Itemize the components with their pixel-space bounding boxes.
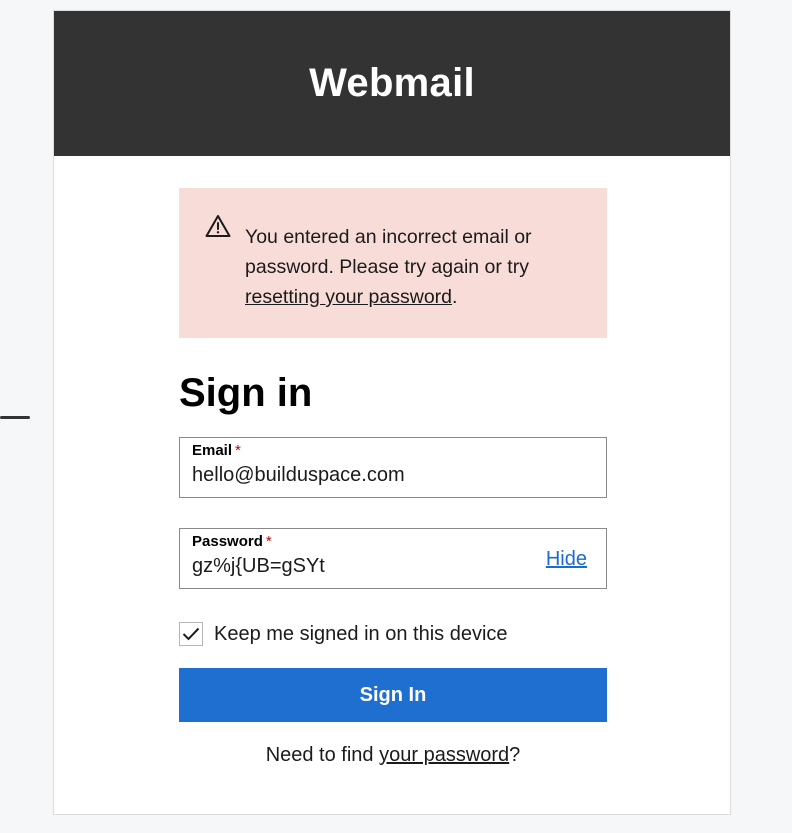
password-label-text: Password xyxy=(192,533,263,550)
login-content: You entered an incorrect email or passwo… xyxy=(179,188,607,767)
checkmark-icon xyxy=(182,627,200,641)
keep-signed-in-label: Keep me signed in on this device xyxy=(214,622,508,645)
password-field[interactable]: Password* Hide xyxy=(179,528,607,589)
keep-signed-in-checkbox[interactable] xyxy=(179,622,203,646)
alert-text-after: . xyxy=(452,286,458,308)
find-password-link[interactable]: your password xyxy=(379,744,509,766)
password-label: Password * xyxy=(192,533,594,550)
hide-password-toggle[interactable]: Hide xyxy=(546,548,587,571)
app-title: Webmail xyxy=(309,61,475,105)
email-label-text: Email xyxy=(192,442,233,459)
side-dash-decoration xyxy=(0,416,30,419)
email-input[interactable] xyxy=(192,464,522,487)
warning-icon xyxy=(205,214,233,338)
alert-text-before: You entered an incorrect email or passwo… xyxy=(245,226,532,278)
error-alert: You entered an incorrect email or passwo… xyxy=(179,188,607,338)
sign-in-heading: Sign in xyxy=(179,371,313,415)
email-field[interactable]: Email * xyxy=(179,437,607,498)
footer-text-after: ? xyxy=(509,744,521,766)
email-required-mark: * xyxy=(235,442,241,459)
password-input[interactable] xyxy=(192,555,522,578)
password-required-mark: * xyxy=(265,533,272,550)
alert-message: You entered an incorrect email or passwo… xyxy=(245,214,577,338)
sign-in-button[interactable]: Sign In xyxy=(179,668,607,722)
email-label: Email * xyxy=(192,442,594,459)
find-password-line: Need to find your password? xyxy=(179,744,607,767)
reset-password-link[interactable]: resetting your password xyxy=(245,286,452,308)
app-header: Webmail xyxy=(54,11,730,156)
footer-text-before: Need to find xyxy=(265,744,380,766)
login-card: Webmail You entered an incorrect email o… xyxy=(53,10,731,815)
keep-signed-in-row[interactable]: Keep me signed in on this device xyxy=(179,622,607,646)
